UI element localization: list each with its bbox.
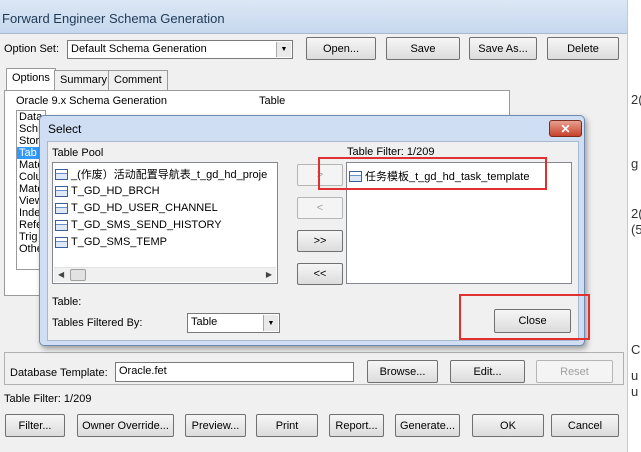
- edge-text: u: [631, 384, 639, 399]
- preview-button[interactable]: Preview...: [185, 414, 246, 437]
- table-icon: [55, 202, 68, 214]
- delete-button[interactable]: Delete: [547, 37, 619, 60]
- table-icon: [55, 219, 68, 231]
- oracle-header: Oracle 9.x Schema Generation: [16, 95, 168, 107]
- reset-button[interactable]: Reset: [536, 360, 613, 383]
- dialog-title: Select: [48, 122, 82, 136]
- tables-filtered-by-value: Table: [191, 316, 218, 328]
- table-filter-status: Table Filter: 1/209: [4, 393, 92, 405]
- edit-button[interactable]: Edit...: [450, 360, 525, 383]
- open-button[interactable]: Open...: [306, 37, 376, 60]
- edge-text: (5: [631, 222, 641, 237]
- table-icon: [55, 236, 68, 248]
- list-item-label: _(作废）活动配置导航表_t_gd_hd_proje: [71, 169, 268, 181]
- generate-button[interactable]: Generate...: [395, 414, 460, 437]
- table-pool-list[interactable]: _(作废）活动配置导航表_t_gd_hd_proje T_GD_HD_BRCH …: [52, 162, 278, 284]
- remove-selected-button[interactable]: <: [297, 197, 343, 219]
- tables-filtered-by-label: Tables Filtered By:: [52, 317, 143, 329]
- list-item-label: T_GD_SMS_SEND_HISTORY: [71, 219, 222, 231]
- list-item-label: T_GD_HD_BRCH: [71, 185, 160, 197]
- option-set-dropdown[interactable]: Default Schema Generation ▼: [67, 40, 293, 59]
- window-title: Forward Engineer Schema Generation: [2, 11, 225, 26]
- list-item-label: T_GD_SMS_TEMP: [71, 236, 167, 248]
- chevron-down-icon[interactable]: ▼: [276, 42, 291, 57]
- chevron-down-icon[interactable]: ▼: [263, 315, 278, 331]
- db-template-input[interactable]: Oracle.fet: [115, 362, 354, 382]
- list-item[interactable]: T_GD_SMS_TEMP: [55, 234, 167, 250]
- highlight-box-filter-item: [318, 157, 547, 190]
- dialog-close-icon[interactable]: ✕: [549, 120, 582, 137]
- scroll-left-icon[interactable]: ◀: [58, 270, 64, 279]
- remove-all-button[interactable]: <<: [297, 263, 343, 285]
- option-set-label: Option Set:: [4, 43, 60, 55]
- print-button[interactable]: Print: [256, 414, 318, 437]
- db-template-label: Database Template:: [10, 367, 108, 379]
- add-all-button[interactable]: >>: [297, 230, 343, 252]
- filter-button[interactable]: Filter...: [5, 414, 65, 437]
- save-button[interactable]: Save: [386, 37, 460, 60]
- edge-text: g: [631, 156, 639, 171]
- highlight-box-close-button: [459, 294, 590, 340]
- ok-button[interactable]: OK: [472, 414, 544, 437]
- report-button[interactable]: Report...: [329, 414, 384, 437]
- horizontal-scrollbar[interactable]: ◀ ▶: [54, 267, 276, 282]
- save-as-button[interactable]: Save As...: [469, 37, 537, 60]
- list-item[interactable]: _(作废）活动配置导航表_t_gd_hd_proje: [55, 166, 267, 182]
- list-item[interactable]: T_GD_SMS_SEND_HISTORY: [55, 217, 222, 233]
- option-set-value: Default Schema Generation: [71, 43, 207, 55]
- main-title-bar: Forward Engineer Schema Generation: [0, 0, 641, 34]
- list-item-label: T_GD_HD_USER_CHANNEL: [71, 202, 218, 214]
- scrollbar-thumb[interactable]: [70, 269, 86, 281]
- table-icon: [55, 168, 68, 180]
- table-header: Table: [259, 95, 286, 107]
- scroll-right-icon[interactable]: ▶: [266, 270, 272, 279]
- tab-options[interactable]: Options: [6, 68, 56, 91]
- cancel-button[interactable]: Cancel: [551, 414, 619, 437]
- edge-text: C: [631, 342, 641, 357]
- browse-button[interactable]: Browse...: [367, 360, 438, 383]
- list-item[interactable]: T_GD_HD_BRCH: [55, 183, 160, 199]
- owner-override-button[interactable]: Owner Override...: [77, 414, 174, 437]
- list-item[interactable]: T_GD_HD_USER_CHANNEL: [55, 200, 218, 216]
- table-label: Table:: [52, 296, 82, 308]
- tab-summary[interactable]: Summary: [54, 70, 114, 90]
- tab-comment[interactable]: Comment: [108, 70, 168, 90]
- edge-text: u: [631, 368, 639, 383]
- table-pool-label: Table Pool: [52, 147, 104, 159]
- edge-text: 2(: [631, 206, 641, 221]
- background-window-edge: 2( g 2( (5 C u u: [627, 0, 641, 452]
- table-icon: [55, 185, 68, 197]
- edge-text: 2(: [631, 92, 641, 107]
- tables-filtered-by-dropdown[interactable]: Table ▼: [187, 313, 280, 333]
